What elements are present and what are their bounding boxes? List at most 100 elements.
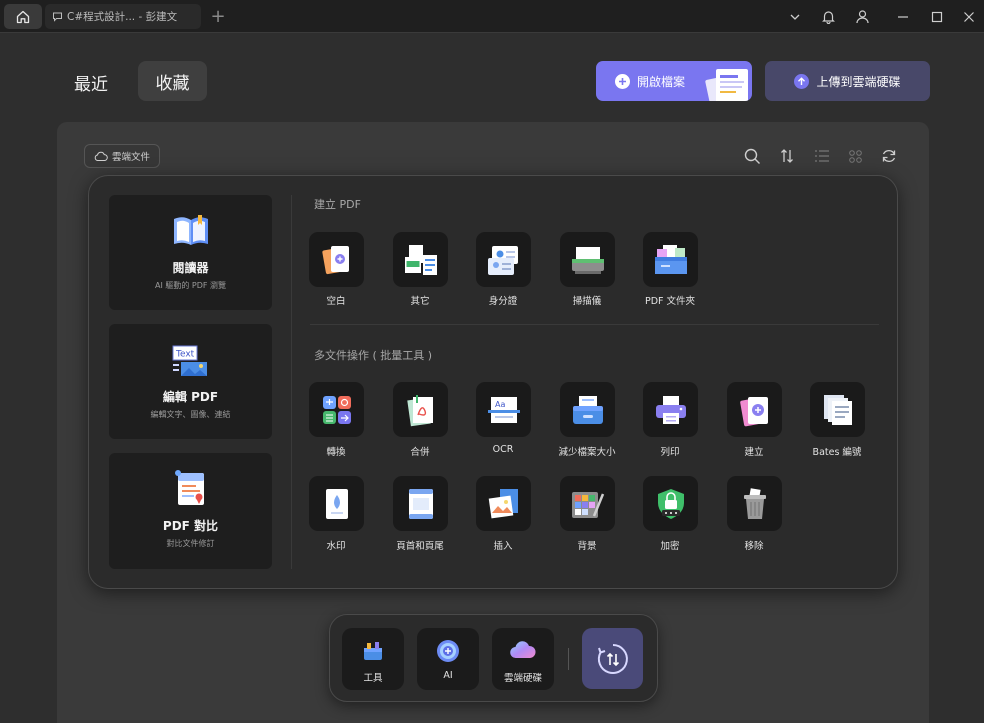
create-icon: [739, 396, 768, 426]
compare-icon: [174, 470, 204, 505]
open-file-label: 開啟檔案: [637, 74, 686, 89]
refresh-icon: [882, 150, 896, 162]
toolbox-icon: [364, 642, 382, 660]
open-file-button[interactable]: 開啟檔案: [596, 61, 752, 101]
batch-create-button[interactable]: [727, 382, 782, 437]
header-footer-icon: [408, 488, 433, 519]
batch-insert-button[interactable]: [476, 476, 531, 531]
section-divider: [310, 324, 879, 325]
document-tab[interactable]: C#程式設計... - 彭建文: [45, 4, 201, 29]
list-view-button[interactable]: [812, 146, 832, 166]
other-files-icon: [404, 244, 437, 275]
batch-background-button[interactable]: [560, 476, 615, 531]
cloud-documents-label: 雲端文件: [111, 152, 150, 163]
dock-tools-label: 工具: [363, 673, 383, 684]
create-scanner-button[interactable]: [560, 232, 615, 287]
pdf-folder-icon: [654, 244, 687, 274]
sort-icon: [781, 149, 793, 163]
dropdown-button[interactable]: [782, 4, 808, 29]
pdf-compare-subtitle: 對比文件修訂: [166, 539, 215, 548]
close-icon: [964, 11, 974, 22]
sort-button[interactable]: [777, 146, 797, 166]
grid-view-button[interactable]: [845, 146, 865, 166]
batch-convert-button[interactable]: [309, 382, 364, 437]
new-tab-button[interactable]: +: [206, 5, 230, 28]
upload-to-cloud-button[interactable]: 上傳到雲端硬碟: [765, 61, 930, 101]
upload-icon: [794, 73, 810, 89]
watermark-icon: [325, 488, 348, 519]
search-button[interactable]: [742, 146, 762, 166]
minimize-icon: [898, 15, 908, 18]
dock-separator: [568, 648, 569, 670]
book-icon: [173, 215, 208, 245]
maximize-icon: [931, 11, 943, 22]
encrypt-icon: [657, 488, 684, 519]
tab-favorites[interactable]: 收藏: [138, 61, 207, 101]
edit-pdf-title: 編輯 PDF: [162, 390, 219, 404]
notifications-button[interactable]: [815, 4, 841, 29]
documents-illustration-icon: [705, 69, 748, 101]
reader-subtitle: AI 驅動的 PDF 瀏覽: [154, 281, 227, 290]
home-tab[interactable]: [4, 4, 42, 29]
document-tab-label: C#程式設計... - 彭建文: [67, 11, 178, 23]
tab-recent[interactable]: 最近: [66, 64, 116, 100]
refresh-button[interactable]: [879, 146, 899, 166]
batch-encrypt-button[interactable]: [643, 476, 698, 531]
comment-icon: [53, 12, 62, 22]
edit-pdf-subtitle: 編輯文字、圖像、連結: [150, 410, 231, 419]
dock-collapse-button[interactable]: [582, 628, 643, 689]
account-button[interactable]: [849, 4, 875, 29]
create-other-button[interactable]: [393, 232, 448, 287]
chevron-down-icon: [790, 14, 800, 20]
svg-text:Text: Text: [175, 350, 195, 360]
create-pdf-section-title: 建立 PDF: [314, 198, 361, 211]
dock-cloud-drive-button[interactable]: 雲端硬碟: [492, 628, 554, 690]
close-button[interactable]: [956, 4, 982, 29]
merge-icon: [406, 394, 433, 426]
compress-icon: [572, 395, 603, 424]
background-icon: [571, 491, 604, 518]
edit-text-icon: Text: [172, 345, 207, 376]
reader-title: 閱讀器: [172, 261, 209, 275]
batch-tools-section-title: 多文件操作 ( 批量工具 ): [314, 349, 433, 362]
edit-pdf-card[interactable]: Text 編輯 PDF 編輯文字、圖像、連結: [109, 324, 272, 439]
plus-icon: +: [210, 6, 226, 27]
grid-view-icon: [848, 149, 862, 163]
cloud-icon: [94, 151, 108, 161]
vertical-divider: [291, 195, 292, 569]
dock-ai-button[interactable]: AI: [417, 628, 479, 690]
batch-bates-button[interactable]: [810, 382, 865, 437]
batch-print-button[interactable]: [643, 382, 698, 437]
id-card-icon: [487, 245, 518, 275]
svg-text:Aa: Aa: [495, 400, 505, 409]
batch-compress-button[interactable]: [560, 382, 615, 437]
cloud-documents-button[interactable]: 雲端文件: [84, 144, 160, 168]
ocr-icon: Aa: [487, 396, 520, 423]
batch-remove-label: 移除: [744, 541, 764, 552]
batch-header-footer-button[interactable]: [393, 476, 448, 531]
batch-watermark-button[interactable]: [309, 476, 364, 531]
user-icon: [855, 10, 869, 24]
batch-merge-button[interactable]: [393, 382, 448, 437]
batch-bates-label: Bates 編號: [812, 447, 862, 458]
create-pdf-folder-label: PDF 文件夾: [644, 296, 696, 307]
remove-icon: [743, 487, 766, 519]
batch-remove-button[interactable]: [727, 476, 782, 531]
maximize-button[interactable]: [924, 4, 950, 29]
ai-icon: [437, 640, 459, 662]
print-icon: [655, 395, 686, 424]
pdf-compare-card[interactable]: PDF 對比 對比文件修訂: [109, 453, 272, 569]
scanner-icon: [571, 246, 604, 274]
create-id-card-button[interactable]: [476, 232, 531, 287]
pdf-compare-title: PDF 對比: [162, 519, 219, 533]
minimize-button[interactable]: [890, 4, 916, 29]
dock-tools-button[interactable]: 工具: [342, 628, 404, 690]
batch-ocr-button[interactable]: Aa: [476, 382, 531, 437]
reader-card[interactable]: 閱讀器 AI 驅動的 PDF 瀏覽: [109, 195, 272, 310]
create-blank-button[interactable]: [309, 232, 364, 287]
create-pdf-folder-button[interactable]: [643, 232, 698, 287]
sort-circle-icon: [597, 643, 628, 674]
convert-icon: [322, 395, 351, 424]
list-view-icon: [815, 150, 829, 162]
search-icon: [744, 148, 760, 164]
